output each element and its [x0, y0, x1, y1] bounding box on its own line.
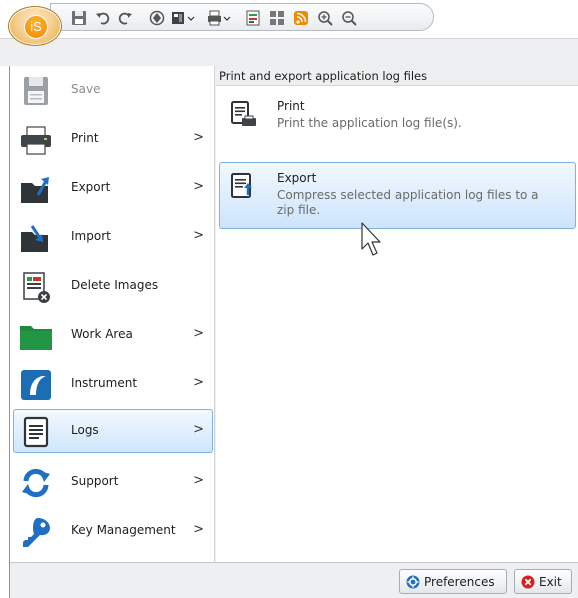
submenu-item-description: Print the application log file(s). [277, 116, 462, 130]
menu-item-label: Instrument [71, 376, 138, 390]
log-document-icon [23, 416, 49, 448]
save-icon [24, 77, 48, 105]
submenu-item-title: Export [277, 171, 317, 185]
menu-item-label: Print [71, 131, 99, 145]
chevron-right-icon: > [193, 422, 204, 437]
settings-icon[interactable] [149, 9, 165, 27]
menu-item-print[interactable]: Print > [13, 117, 213, 161]
export-folder-icon [21, 177, 49, 203]
menu-item-label: Delete Images [71, 278, 159, 292]
redo-icon[interactable] [117, 9, 133, 27]
menu-item-label: Import [71, 229, 111, 243]
menu-item-label: Save [71, 82, 101, 96]
submenu-item-description: Compress selected application log files … [277, 188, 539, 217]
menu-item-instrument[interactable]: Instrument > [13, 362, 213, 406]
printer-icon [21, 126, 51, 155]
preferences-button[interactable]: Preferences [399, 569, 507, 594]
chevron-right-icon: > [193, 522, 204, 537]
view-icon[interactable] [171, 9, 197, 27]
menu-item-logs[interactable]: Logs > [13, 409, 213, 453]
export-icon[interactable] [245, 9, 261, 27]
menu-footer: Preferences Exit [10, 562, 578, 598]
menu-item-save[interactable]: Save [13, 68, 213, 112]
menu-item-work-area[interactable]: Work Area > [13, 313, 213, 357]
submenu-item-export[interactable]: Export Compress selected application log… [219, 162, 576, 229]
menu-item-label: Logs [71, 423, 99, 437]
print-log-icon [231, 101, 256, 126]
panel-header: Print and export application log files [216, 66, 578, 86]
rss-icon[interactable] [293, 9, 309, 27]
mouse-cursor-icon [361, 222, 381, 256]
instrument-icon [21, 370, 51, 400]
menu-item-label: Work Area [71, 327, 133, 341]
application-menu-button[interactable]: iS [8, 6, 62, 46]
exit-label: Exit [539, 575, 562, 589]
menu-left-column: Save Print > Export > Import > Delete Im… [10, 66, 215, 562]
exit-button[interactable]: Exit [514, 569, 572, 594]
chevron-right-icon: > [193, 375, 204, 390]
chevron-right-icon: > [193, 179, 204, 194]
menu-item-export[interactable]: Export > [13, 166, 213, 210]
gear-icon [406, 575, 420, 589]
application-menu: Save Print > Export > Import > Delete Im… [9, 66, 578, 598]
app-logo-badge: iS [24, 15, 48, 39]
undo-icon[interactable] [95, 9, 111, 27]
chevron-right-icon: > [193, 473, 204, 488]
print-icon[interactable] [207, 9, 233, 27]
submenu-item-print[interactable]: Print Print the application log file(s). [219, 90, 576, 138]
menu-item-delete-images[interactable]: Delete Images [13, 264, 213, 308]
zoom-in-icon[interactable] [317, 9, 333, 27]
grid-icon[interactable] [269, 9, 285, 27]
import-folder-icon [21, 225, 48, 252]
menu-item-import[interactable]: Import > [13, 215, 213, 259]
ribbon-strip [0, 38, 578, 66]
save-icon[interactable] [71, 9, 87, 27]
key-icon [23, 518, 50, 547]
chevron-right-icon: > [193, 130, 204, 145]
preferences-label: Preferences [424, 575, 495, 589]
close-icon [521, 575, 535, 589]
support-sync-icon [22, 468, 50, 498]
submenu-item-title: Print [277, 99, 305, 113]
menu-right-panel: Print and export application log files P… [216, 66, 578, 562]
delete-images-icon [23, 272, 50, 303]
chevron-right-icon: > [193, 228, 204, 243]
chevron-right-icon: > [193, 326, 204, 341]
menu-item-support[interactable]: Support > [13, 460, 213, 504]
menu-item-label: Support [71, 474, 119, 488]
zoom-out-icon[interactable] [341, 9, 357, 27]
title-bar: iS [0, 0, 578, 66]
quick-access-toolbar [50, 3, 434, 31]
menu-item-label: Export [71, 180, 111, 194]
export-log-icon [231, 173, 252, 198]
menu-item-key-management[interactable]: Key Management > [13, 509, 213, 553]
menu-item-label: Key Management [71, 523, 176, 537]
folder-icon [20, 326, 52, 350]
